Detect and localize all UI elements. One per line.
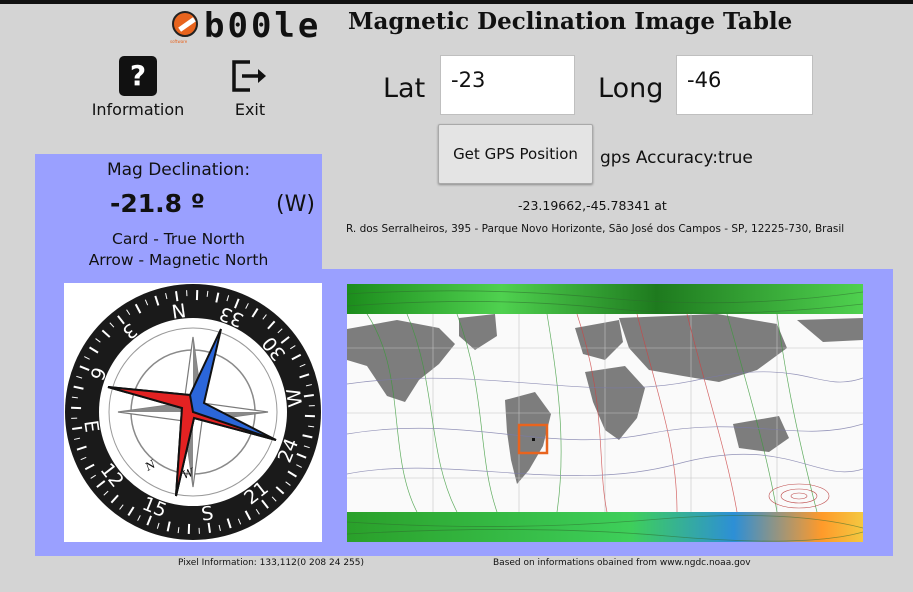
declination-title: Mag Declination: [106,160,251,180]
page-title: Magnetic Declination Image Table [348,8,793,35]
address-text: R. dos Serralheiros, 395 - Parque Novo H… [346,223,845,235]
compass-legend: Card - True North Arrow - Magnetic North [35,229,322,271]
pixel-information: Pixel Information: 133,112(0 208 24 255) [178,558,365,568]
exit-icon [228,56,272,96]
card-note: Card - True North [112,230,245,248]
declination-value: -21.8 º [110,189,205,218]
compass-card: NW 33 30 W 24 21 S 15 12 E 6 3 N [64,283,322,542]
gps-accuracy-text: gps Accuracy:true [600,148,753,168]
logo-tagline: software [170,39,188,44]
lat-label: Lat [383,73,426,104]
world-map-image [347,284,863,542]
arrow-note: Arrow - Magnetic North [88,251,269,269]
long-label: Long [598,73,664,104]
information-label: Information [91,100,185,119]
compass-rose-icon: NW 3330W2421S1512E63N [65,284,321,540]
question-icon: ? [119,56,157,96]
app-logo: software b00le [170,6,322,46]
logo-mark-icon: software [170,9,204,44]
lat-input[interactable]: -23 [440,55,575,115]
exit-label: Exit [234,100,266,119]
compass-number: W [283,387,307,409]
logo-text: b00le [204,6,322,46]
declination-direction: (W) [276,192,315,217]
declination-map-image[interactable] [347,284,863,542]
top-border [0,0,913,4]
long-input[interactable]: -46 [676,55,813,115]
get-gps-position-button[interactable]: Get GPS Position [438,124,593,184]
information-button[interactable]: ? Information [90,56,186,119]
compass-number: N [170,298,187,322]
exit-button[interactable]: Exit [210,56,290,119]
data-source-note: Based on informations obained from www.n… [493,558,751,568]
gps-coordinates: -23.19662,-45.78341 at [518,198,667,213]
